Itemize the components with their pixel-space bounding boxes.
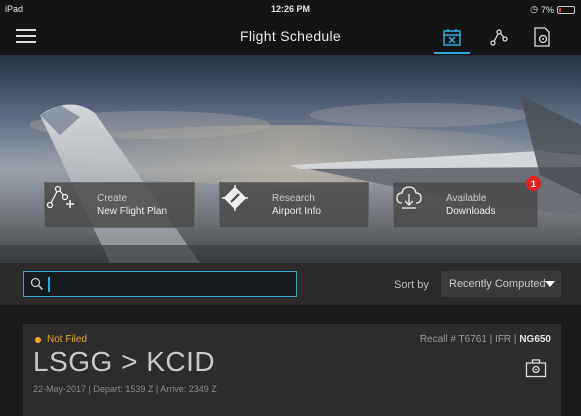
compass-icon — [222, 183, 272, 227]
flight-list: Not Filed Recall # T6761 | IFR | NG650 L… — [0, 305, 581, 416]
create-flight-plan-tile[interactable]: Create New Flight Plan — [44, 182, 195, 228]
flight-schedule-tab[interactable] — [434, 23, 470, 54]
sort-dropdown[interactable]: Recently Computed — [441, 271, 561, 297]
flight-route: LSGG > KCID — [33, 346, 216, 377]
hamburger-menu-button[interactable] — [16, 27, 38, 45]
research-airport-info-tile[interactable]: Research Airport Info — [219, 182, 369, 228]
tile-line1: Create — [97, 193, 128, 204]
cloud-download-icon — [396, 183, 446, 227]
alarm-icon: ◷ — [530, 4, 538, 14]
tile-line2: New Flight Plan — [97, 206, 168, 217]
available-downloads-label: Available Downloads — [446, 192, 495, 218]
sort-by-label: Sort by — [394, 279, 429, 291]
research-airport-label: Research Airport Info — [272, 192, 321, 218]
chevron-down-icon — [545, 281, 555, 287]
text-cursor — [48, 276, 50, 292]
status-text: Not Filed — [47, 334, 88, 345]
search-field[interactable] — [23, 271, 297, 297]
recall-text: Recall # T6761 | IFR | — [419, 334, 520, 345]
document-gear-icon — [534, 27, 550, 47]
search-icon — [30, 277, 44, 291]
airplane-background-image — [0, 55, 581, 263]
route-icon — [490, 29, 508, 46]
calendar-plane-icon — [443, 29, 461, 46]
route-plus-icon — [46, 183, 97, 227]
create-flight-plan-label: Create New Flight Plan — [97, 192, 167, 218]
tile-line2: Airport Info — [272, 206, 321, 217]
flight-card[interactable]: Not Filed Recall # T6761 | IFR | NG650 L… — [23, 324, 561, 416]
status-dot-icon — [35, 336, 41, 343]
flight-status: Not Filed — [35, 334, 87, 345]
route-tab[interactable] — [484, 23, 514, 51]
aircraft-type: NG650 — [519, 334, 551, 345]
search-input[interactable] — [54, 277, 274, 291]
hero-banner: Create New Flight Plan Research Airport … — [0, 55, 581, 263]
nav-bar: Flight Schedule — [0, 18, 581, 55]
available-downloads-tile[interactable]: Available Downloads 1 — [393, 176, 541, 228]
battery-percent: 7% — [540, 4, 554, 15]
tile-line1: Research — [272, 193, 315, 204]
tile-line1: Available — [446, 193, 487, 204]
recall-info: Recall # T6761 | IFR | NG650 — [420, 334, 551, 345]
flight-details: 22-May-2017 | Depart: 1539 Z | Arrive: 2… — [33, 384, 217, 394]
status-bar: iPad ︎ 12:26 PM ◷ 7% — [0, 0, 581, 18]
documents-tab[interactable] — [527, 23, 557, 51]
tile-line2: Downloads — [446, 206, 496, 217]
downloads-count-badge: 1 — [526, 176, 541, 191]
battery-status: ◷ 7% — [530, 4, 575, 15]
search-sort-bar: Sort by Recently Computed — [0, 263, 581, 305]
briefcase-icon[interactable] — [525, 358, 547, 378]
battery-icon — [557, 5, 575, 14]
clock: 12:26 PM — [270, 4, 311, 14]
sort-selected-value: Recently Computed — [449, 278, 546, 290]
